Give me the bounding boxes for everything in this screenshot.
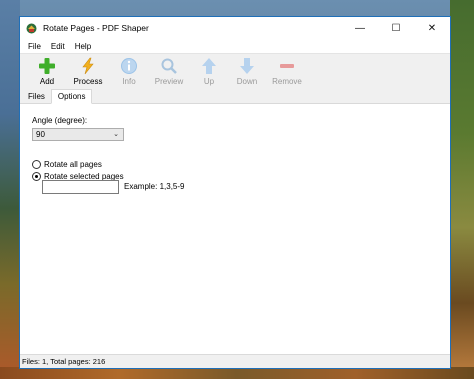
tab-strip: Files Options [20, 89, 450, 104]
down-label: Down [236, 77, 258, 86]
preview-button[interactable]: Preview [148, 54, 190, 86]
status-bar: Files: 1, Total pages: 216 [20, 354, 450, 368]
info-icon [119, 56, 139, 76]
status-text: Files: 1, Total pages: 216 [22, 357, 106, 366]
rotate-all-radio[interactable] [32, 160, 41, 169]
menu-edit[interactable]: Edit [46, 42, 70, 51]
angle-value: 90 [36, 130, 45, 139]
menu-file[interactable]: File [23, 42, 46, 51]
info-label: Info [122, 77, 136, 86]
rotate-selected-radio[interactable] [32, 172, 41, 181]
arrow-down-icon [237, 56, 257, 76]
minus-icon [277, 56, 297, 76]
preview-label: Preview [154, 77, 184, 86]
minimize-button[interactable]: — [342, 17, 378, 39]
menu-help[interactable]: Help [70, 42, 96, 51]
magnifier-icon [159, 56, 179, 76]
remove-label: Remove [272, 77, 302, 86]
add-button[interactable]: Add [28, 54, 66, 86]
title-bar[interactable]: Rotate Pages - PDF Shaper — ☐ ✕ [20, 17, 450, 39]
arrow-up-icon [199, 56, 219, 76]
rotate-all-option[interactable]: Rotate all pages [32, 160, 102, 169]
maximize-button[interactable]: ☐ [378, 17, 414, 39]
desktop-background-left [0, 0, 20, 379]
options-panel: Angle (degree): 90 ⌄ Rotate all pages Ro… [20, 104, 450, 354]
example-hint: Example: 1,3,5-9 [124, 182, 185, 191]
desktop-background-right [450, 0, 474, 379]
rotate-all-label: Rotate all pages [44, 160, 102, 169]
down-button[interactable]: Down [228, 54, 266, 86]
info-button[interactable]: Info [110, 54, 148, 86]
app-icon [26, 23, 37, 34]
process-button[interactable]: Process [66, 54, 110, 86]
angle-label: Angle (degree): [32, 116, 88, 125]
lightning-icon [78, 56, 98, 76]
toolbar: Add Process Info Preview Up Down Remove [20, 53, 450, 89]
up-label: Up [203, 77, 215, 86]
window-title: Rotate Pages - PDF Shaper [43, 23, 149, 33]
remove-button[interactable]: Remove [266, 54, 308, 86]
angle-select[interactable]: 90 ⌄ [32, 128, 124, 141]
pages-input[interactable] [42, 180, 119, 194]
up-button[interactable]: Up [190, 54, 228, 86]
process-label: Process [73, 77, 103, 86]
plus-icon [37, 56, 57, 76]
add-label: Add [39, 77, 55, 86]
tab-files[interactable]: Files [22, 90, 51, 103]
tab-options[interactable]: Options [50, 89, 93, 104]
menu-bar: File Edit Help [20, 39, 450, 53]
chevron-down-icon: ⌄ [113, 131, 119, 138]
close-button[interactable]: ✕ [414, 17, 450, 39]
app-window: Rotate Pages - PDF Shaper — ☐ ✕ File Edi… [19, 16, 451, 369]
